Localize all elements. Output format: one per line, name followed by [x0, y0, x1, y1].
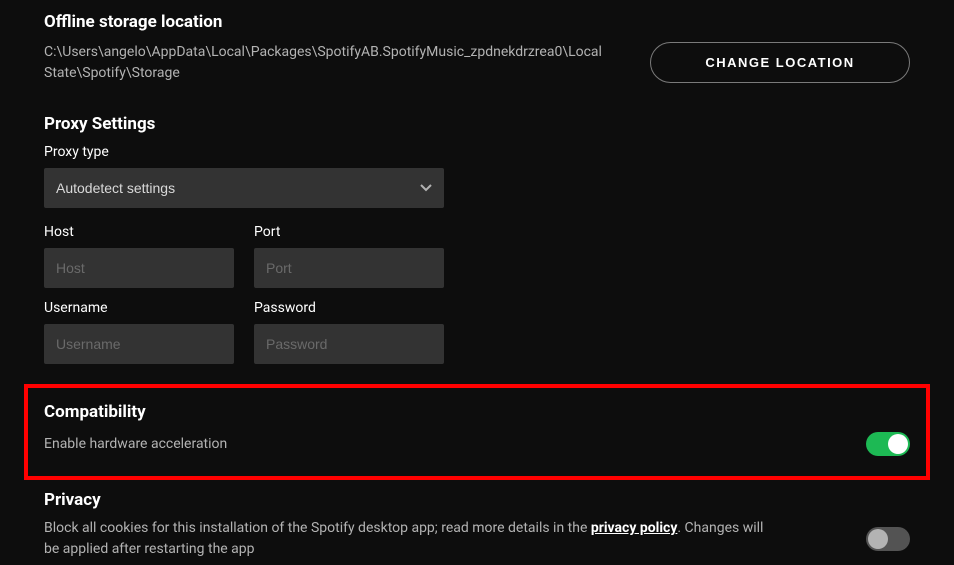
- proxy-port-input[interactable]: [254, 248, 444, 288]
- privacy-heading: Privacy: [44, 490, 910, 510]
- block-cookies-description: Block all cookies for this installation …: [44, 518, 764, 560]
- cookies-text-pre: Block all cookies for this installation …: [44, 520, 591, 536]
- proxy-settings-heading: Proxy Settings: [44, 114, 910, 134]
- privacy-policy-link[interactable]: privacy policy: [591, 520, 678, 536]
- offline-storage-path: C:\Users\angelo\AppData\Local\Packages\S…: [44, 42, 604, 84]
- change-location-button[interactable]: CHANGE LOCATION: [650, 42, 910, 83]
- proxy-host-label: Host: [44, 224, 234, 240]
- offline-storage-heading: Offline storage location: [44, 12, 910, 32]
- proxy-password-label: Password: [254, 300, 444, 316]
- toggle-knob: [868, 529, 888, 549]
- proxy-host-input[interactable]: [44, 248, 234, 288]
- compatibility-heading: Compatibility: [44, 402, 910, 422]
- block-cookies-toggle[interactable]: [866, 527, 910, 551]
- compatibility-highlight: Compatibility Enable hardware accelerati…: [24, 384, 930, 480]
- proxy-username-label: Username: [44, 300, 234, 316]
- proxy-type-select[interactable]: Autodetect settings: [44, 168, 444, 208]
- proxy-username-input[interactable]: [44, 324, 234, 364]
- toggle-knob: [888, 434, 908, 454]
- proxy-port-label: Port: [254, 224, 444, 240]
- proxy-password-input[interactable]: [254, 324, 444, 364]
- proxy-type-label: Proxy type: [44, 144, 910, 160]
- hardware-accel-toggle[interactable]: [866, 432, 910, 456]
- hardware-accel-label: Enable hardware acceleration: [44, 434, 227, 455]
